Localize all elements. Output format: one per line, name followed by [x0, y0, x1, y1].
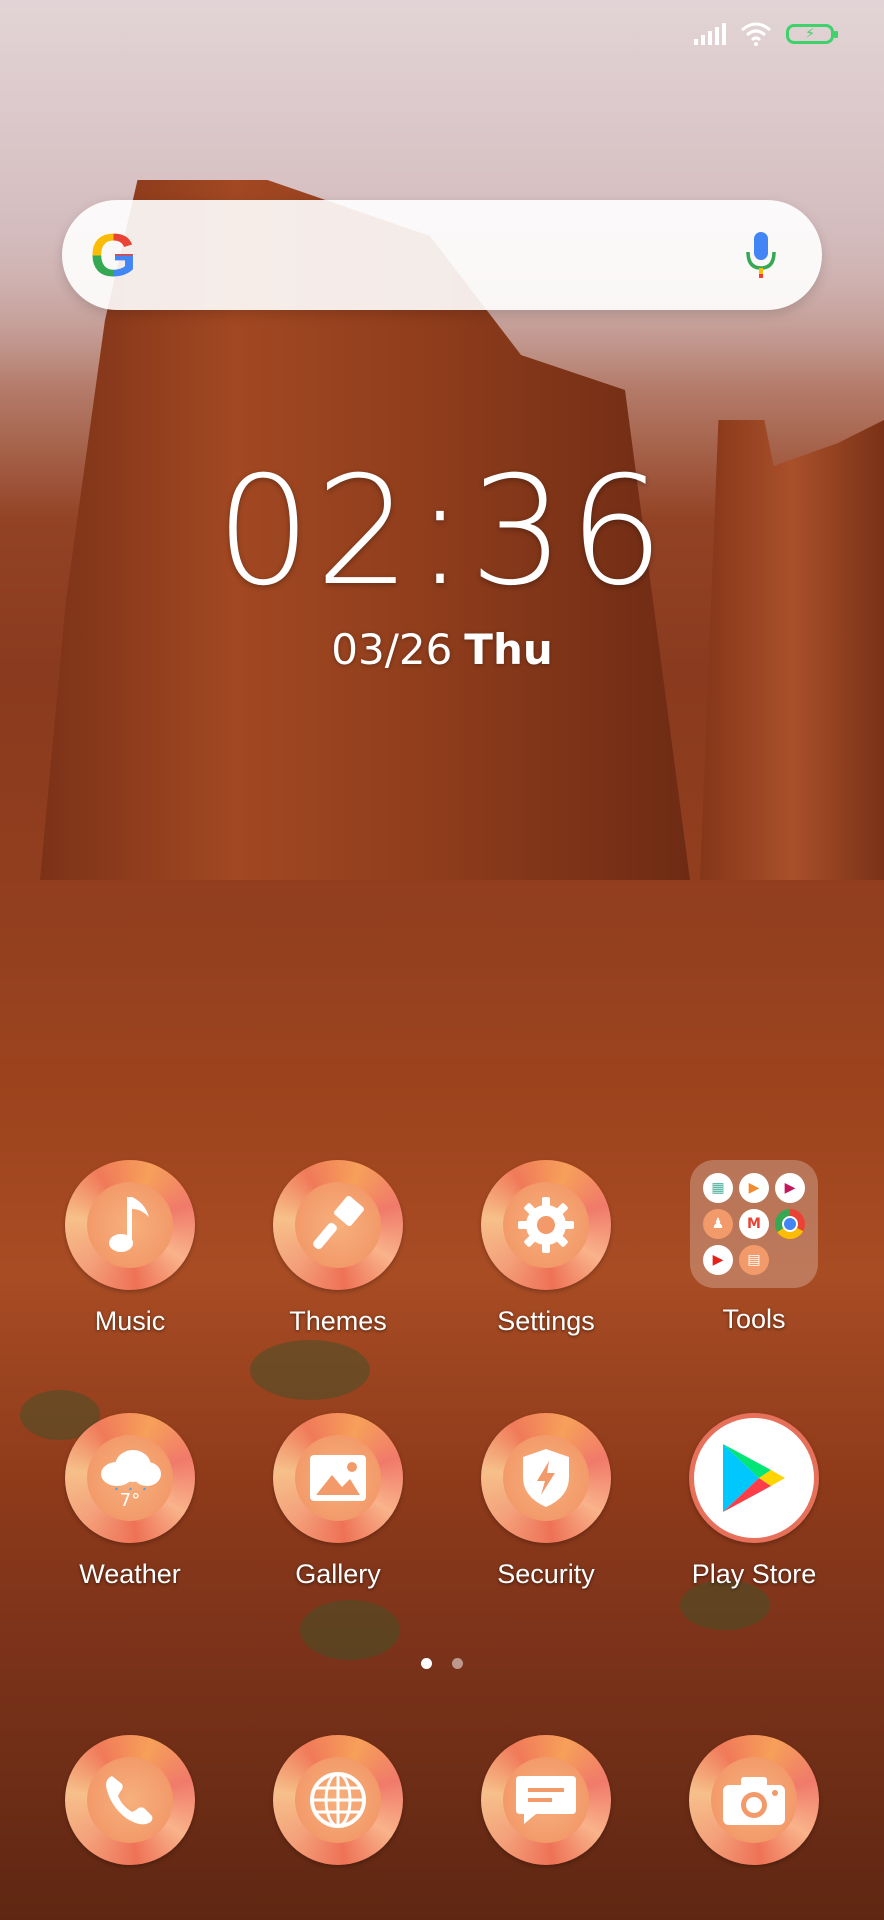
app-label: Security — [497, 1559, 595, 1589]
google-search-bar[interactable]: G — [62, 200, 822, 310]
app-label: Gallery — [295, 1559, 381, 1589]
folder-mini-icon: ▶ — [739, 1173, 769, 1203]
dock-camera[interactable] — [654, 1735, 854, 1865]
app-security[interactable]: Security — [446, 1413, 646, 1590]
folder-mini-icon: ▤ — [739, 1245, 769, 1275]
wallpaper-shrub — [300, 1600, 400, 1660]
app-label: Weather — [79, 1559, 181, 1589]
app-folder-tools[interactable]: ▦ ▶ ▶ ♟ M ▶ ▤ Tools — [654, 1160, 854, 1335]
battery-charging-icon: ⚡ — [786, 24, 838, 44]
app-weather[interactable]: 7° Weather — [30, 1413, 230, 1590]
gallery-app-icon — [273, 1413, 403, 1543]
wallpaper-shrub — [250, 1340, 370, 1400]
weather-temp: 7° — [119, 1489, 141, 1511]
app-themes[interactable]: Themes — [238, 1160, 438, 1337]
phone-icon — [106, 1776, 153, 1825]
home-screen: ⚡ G 02:36 03/26 Thu Music Themes Setting… — [0, 0, 884, 1920]
signal-icon — [694, 23, 726, 45]
weather-app-icon: 7° — [65, 1413, 195, 1543]
play-store-app-icon — [689, 1413, 819, 1543]
dock-phone[interactable] — [30, 1735, 230, 1865]
messages-app-icon — [481, 1735, 611, 1865]
app-gallery[interactable]: Gallery — [238, 1413, 438, 1590]
phone-app-icon — [65, 1735, 195, 1865]
shield-bolt-icon — [523, 1449, 569, 1507]
dock-messages[interactable] — [446, 1735, 646, 1865]
clock-date[interactable]: 03/26 Thu — [0, 625, 884, 674]
app-label: Settings — [497, 1306, 595, 1336]
app-play-store[interactable]: Play Store — [654, 1413, 854, 1590]
wifi-icon — [741, 22, 771, 46]
day-text: Thu — [464, 625, 553, 674]
page-indicator — [0, 1658, 884, 1669]
dock-browser[interactable] — [238, 1735, 438, 1865]
play-store-icon — [723, 1444, 785, 1512]
app-label: Music — [94, 1306, 166, 1336]
camera-icon — [723, 1777, 785, 1825]
google-logo: G — [90, 221, 137, 289]
camera-app-icon — [689, 1735, 819, 1865]
gear-icon — [518, 1197, 574, 1253]
gmail-mini-icon: M — [739, 1209, 769, 1239]
app-label: Themes — [289, 1306, 387, 1336]
chrome-mini-icon — [775, 1209, 805, 1239]
page-dot[interactable] — [452, 1658, 463, 1669]
cloud-rain-icon: 7° — [97, 1446, 163, 1511]
clock-time[interactable]: 02:36 — [0, 445, 884, 619]
youtube-mini-icon: ▶ — [703, 1245, 733, 1275]
message-icon — [516, 1776, 576, 1824]
app-label: Tools — [722, 1304, 786, 1334]
folder-icon: ▦ ▶ ▶ ♟ M ▶ ▤ — [690, 1160, 818, 1288]
music-app-icon — [65, 1160, 195, 1290]
app-label: Play Store — [691, 1559, 817, 1589]
page-dot-active[interactable] — [421, 1658, 432, 1669]
mic-icon[interactable] — [744, 230, 778, 280]
status-bar: ⚡ — [694, 22, 838, 46]
settings-app-icon — [481, 1160, 611, 1290]
paintbrush-icon — [313, 1195, 364, 1250]
globe-icon — [310, 1772, 366, 1828]
themes-app-icon — [273, 1160, 403, 1290]
security-app-icon — [481, 1413, 611, 1543]
browser-app-icon — [273, 1735, 403, 1865]
folder-mini-icon: ♟ — [703, 1209, 733, 1239]
music-note-icon — [109, 1197, 149, 1252]
folder-mini-icon: ▦ — [703, 1173, 733, 1203]
image-icon — [310, 1455, 366, 1501]
app-music[interactable]: Music — [30, 1160, 230, 1337]
app-settings[interactable]: Settings — [446, 1160, 646, 1337]
date-text: 03/26 — [331, 625, 453, 674]
folder-mini-icon: ▶ — [775, 1173, 805, 1203]
